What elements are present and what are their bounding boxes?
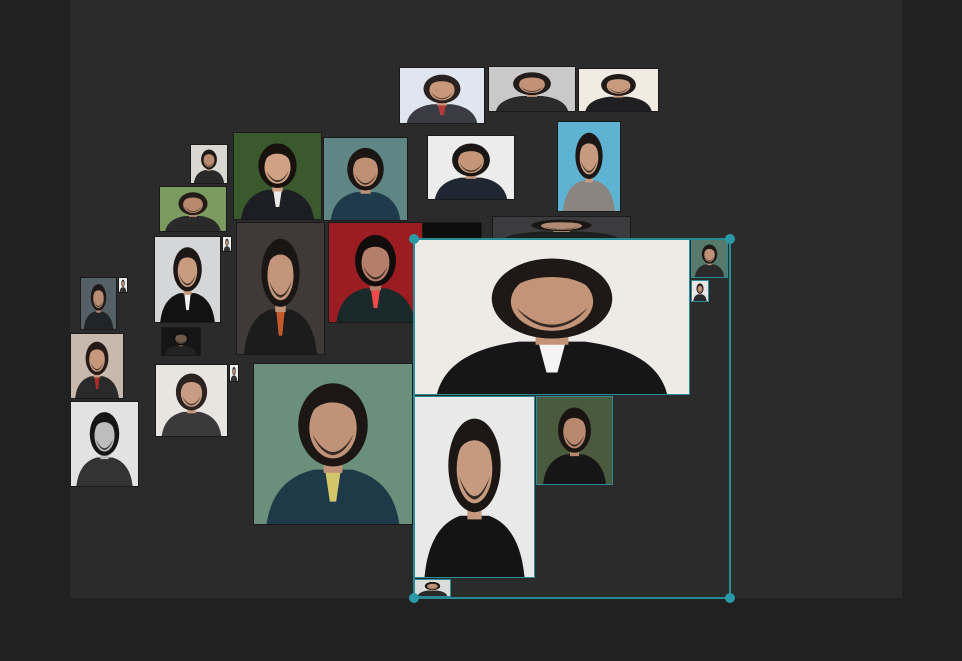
photo-dark-behind[interactable] (492, 216, 631, 240)
photo-thumbnail (254, 364, 412, 524)
photo-thumbnail (329, 223, 422, 322)
photo-bw[interactable] (70, 401, 139, 487)
photo-thumbnail (223, 237, 231, 251)
photo-suit-arms[interactable] (399, 67, 485, 124)
photo-thumbnail (579, 69, 658, 111)
photo-fullbody-white[interactable] (427, 135, 515, 200)
photo-thumbnail (234, 133, 321, 219)
photo-thumbnail (71, 334, 123, 398)
photo-thumbnail (415, 580, 450, 596)
photo-small-outdoor[interactable] (190, 144, 228, 184)
photo-thumbnail (692, 240, 727, 277)
photo-thumbnail (162, 328, 200, 355)
photo-thumbnail (537, 397, 612, 484)
photo-thumbnail (230, 365, 238, 381)
moodboard-canvas[interactable] (70, 0, 902, 603)
photo-small-green[interactable] (691, 239, 728, 278)
photo-mini-2[interactable] (118, 277, 128, 293)
photo-thumbnail (81, 278, 116, 329)
photo-thumbnail (692, 281, 708, 301)
photo-blue-suit[interactable] (253, 363, 413, 525)
photo-thumbnail (400, 68, 484, 123)
photo-bowtie-large[interactable] (414, 239, 690, 395)
app-window (0, 0, 962, 661)
photo-left-smile[interactable] (70, 333, 124, 399)
photo-red-neon[interactable] (328, 222, 423, 323)
photo-thumbnail (324, 138, 407, 220)
photo-black-shirt[interactable] (414, 396, 535, 578)
photo-thumbnail (428, 136, 514, 199)
photo-thumbnail (155, 237, 220, 322)
resize-handle-bottom-right[interactable] (725, 593, 735, 603)
photo-thumbnail (423, 223, 481, 238)
photo-garden[interactable] (159, 186, 227, 232)
photo-gray-suit-blue[interactable] (557, 121, 621, 212)
photo-thumbnail (493, 217, 630, 239)
photo-thumbnail (415, 397, 534, 577)
photo-mini-1[interactable] (222, 236, 232, 252)
photo-black-cover[interactable] (422, 222, 482, 239)
photo-thumbnail (415, 240, 689, 394)
photo-white-event[interactable] (578, 68, 659, 112)
photo-thumbnail (160, 187, 226, 231)
photo-tiny-dark[interactable] (161, 327, 201, 356)
photo-thumbnail (558, 122, 620, 211)
photo-carpet[interactable] (236, 222, 325, 355)
photo-profile[interactable] (536, 396, 613, 485)
photo-long-hair[interactable] (155, 364, 228, 437)
photo-tiny-bottom[interactable] (414, 579, 451, 597)
photo-thumbnail (156, 365, 227, 436)
photo-bowtie[interactable] (154, 236, 221, 323)
photo-thumbnail (191, 145, 227, 183)
photo-thumbnail (237, 223, 324, 354)
photo-closeup-gray[interactable] (488, 66, 576, 112)
photo-thumbnail (489, 67, 575, 111)
photo-tiny-portrait[interactable] (691, 280, 709, 302)
photo-teal-suit[interactable] (323, 137, 408, 221)
photo-thumbnail (71, 402, 138, 486)
photo-mini-3[interactable] (229, 364, 239, 382)
photo-young-tie[interactable] (233, 132, 322, 220)
photo-thumbnail (119, 278, 127, 292)
photo-left-long[interactable] (80, 277, 117, 330)
